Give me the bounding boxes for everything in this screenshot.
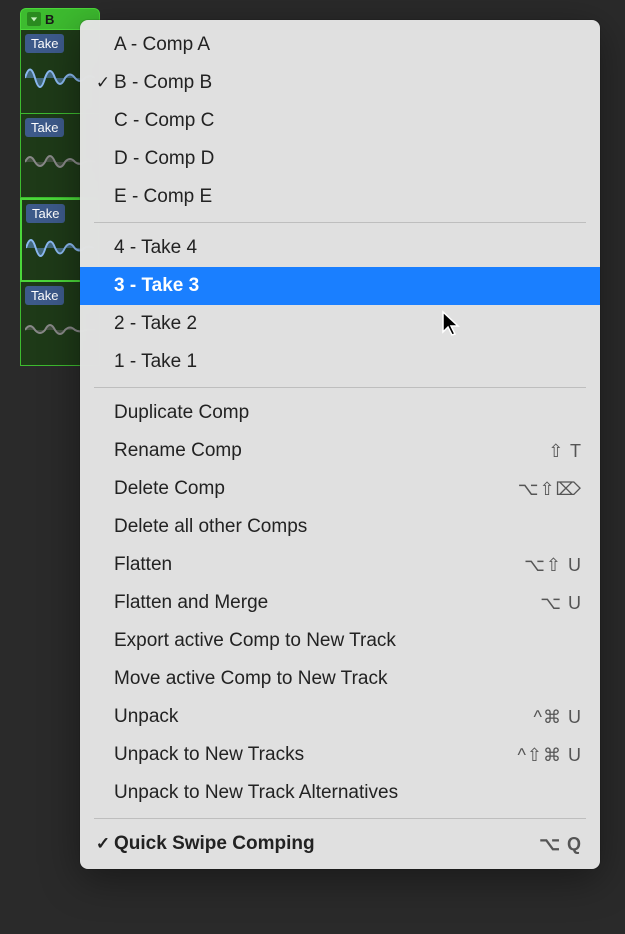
menu-item-label: Unpack	[114, 706, 534, 728]
menu-shortcut: ^⌘ U	[534, 707, 582, 728]
menu-item-label: Quick Swipe Comping	[114, 833, 539, 855]
menu-item-action-8[interactable]: Unpack^⌘ U	[80, 698, 600, 736]
menu-item-label: Unpack to New Track Alternatives	[114, 782, 582, 804]
menu-item-label: D - Comp D	[114, 148, 582, 170]
menu-item-label: C - Comp C	[114, 110, 582, 132]
menu-shortcut: ⇧ T	[548, 441, 582, 462]
take-label: Take	[25, 34, 64, 53]
disclosure-triangle-icon[interactable]	[27, 12, 41, 26]
menu-item-label: Unpack to New Tracks	[114, 744, 517, 766]
checkmark-icon: ✓	[92, 73, 114, 93]
menu-item-label: Rename Comp	[114, 440, 548, 462]
menu-item-action-1[interactable]: Rename Comp⇧ T	[80, 432, 600, 470]
menu-item-action-4[interactable]: Flatten⌥⇧ U	[80, 546, 600, 584]
menu-separator	[94, 818, 586, 819]
menu-item-comp-0[interactable]: A - Comp A	[80, 26, 600, 64]
menu-item-action-6[interactable]: Export active Comp to New Track	[80, 622, 600, 660]
menu-item-label: Move active Comp to New Track	[114, 668, 582, 690]
menu-item-action-5[interactable]: Flatten and Merge⌥ U	[80, 584, 600, 622]
menu-item-comp-1[interactable]: ✓B - Comp B	[80, 64, 600, 102]
menu-item-action-10[interactable]: Unpack to New Track Alternatives	[80, 774, 600, 812]
menu-item-action-3[interactable]: Delete all other Comps	[80, 508, 600, 546]
menu-item-comp-3[interactable]: D - Comp D	[80, 140, 600, 178]
menu-item-action-7[interactable]: Move active Comp to New Track	[80, 660, 600, 698]
checkmark-icon: ✓	[92, 834, 114, 854]
menu-item-label: Delete Comp	[114, 478, 518, 500]
menu-shortcut: ⌥ Q	[539, 834, 582, 855]
menu-item-label: Flatten and Merge	[114, 592, 540, 614]
menu-item-label: B - Comp B	[114, 72, 582, 94]
menu-separator	[94, 387, 586, 388]
menu-item-action-2[interactable]: Delete Comp⌥⇧⌦	[80, 470, 600, 508]
menu-item-label: Delete all other Comps	[114, 516, 582, 538]
menu-item-take-3[interactable]: 1 - Take 1	[80, 343, 600, 381]
menu-shortcut: ⌥ U	[540, 593, 582, 614]
menu-shortcut: ^⇧⌘ U	[517, 745, 582, 766]
menu-shortcut: ⌥⇧ U	[524, 555, 582, 576]
take-folder-menu: A - Comp A✓B - Comp BC - Comp CD - Comp …	[80, 20, 600, 869]
take-label: Take	[26, 204, 65, 223]
menu-item-comp-2[interactable]: C - Comp C	[80, 102, 600, 140]
menu-item-label: 1 - Take 1	[114, 351, 582, 373]
menu-item-label: E - Comp E	[114, 186, 582, 208]
menu-item-take-1[interactable]: 3 - Take 3	[80, 267, 600, 305]
menu-item-label: Export active Comp to New Track	[114, 630, 582, 652]
menu-item-label: 2 - Take 2	[114, 313, 582, 335]
comp-letter: B	[45, 12, 54, 27]
menu-separator	[94, 222, 586, 223]
menu-item-label: A - Comp A	[114, 34, 582, 56]
menu-item-label: 4 - Take 4	[114, 237, 582, 259]
take-label: Take	[25, 286, 64, 305]
menu-item-label: Duplicate Comp	[114, 402, 582, 424]
menu-item-label: Flatten	[114, 554, 524, 576]
menu-item-label: 3 - Take 3	[114, 275, 582, 297]
menu-shortcut: ⌥⇧⌦	[518, 479, 582, 500]
menu-item-comp-4[interactable]: E - Comp E	[80, 178, 600, 216]
menu-item-action-0[interactable]: Duplicate Comp	[80, 394, 600, 432]
menu-item-action-9[interactable]: Unpack to New Tracks^⇧⌘ U	[80, 736, 600, 774]
menu-item-take-0[interactable]: 4 - Take 4	[80, 229, 600, 267]
menu-item-take-2[interactable]: 2 - Take 2	[80, 305, 600, 343]
menu-item-quick-swipe-comping[interactable]: ✓ Quick Swipe Comping ⌥ Q	[80, 825, 600, 863]
take-label: Take	[25, 118, 64, 137]
